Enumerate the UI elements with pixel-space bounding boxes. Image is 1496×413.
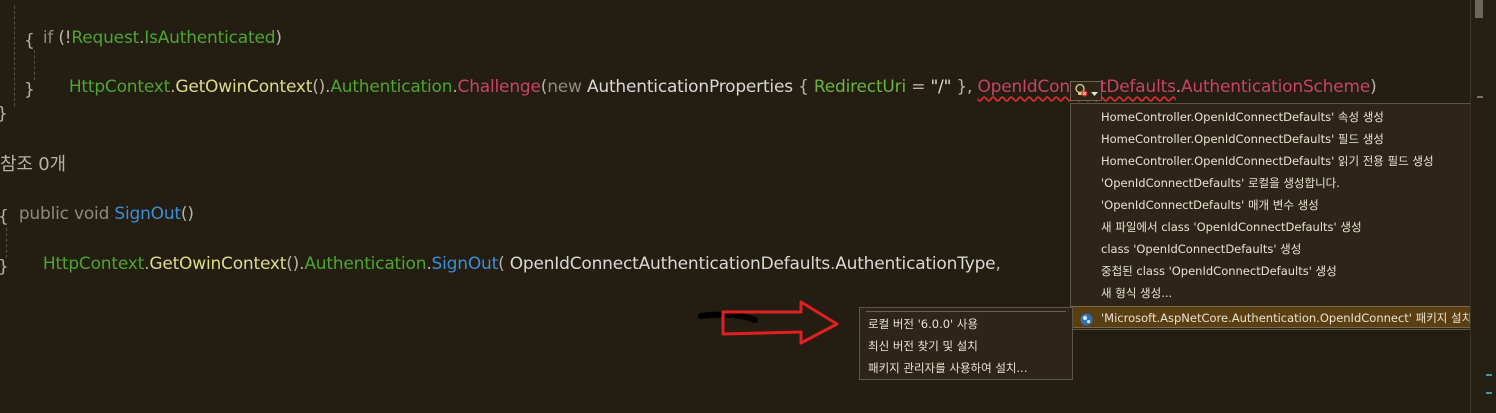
submenu-item-find-latest[interactable]: 최신 버전 찾기 및 설치	[860, 335, 1072, 357]
code-line-open-brace: {	[0, 206, 9, 228]
menu-divider	[866, 311, 1066, 312]
code-line-open-brace: {	[24, 31, 35, 51]
menu-item-create-property[interactable]: HomeController.OpenIdConnectDefaults' 속성…	[1071, 106, 1490, 128]
menu-item-create-class-new-file[interactable]: 새 파일에서 class 'OpenIdConnectDefaults' 생성	[1071, 216, 1490, 238]
scrollbar-marker	[1486, 392, 1492, 394]
menu-item-create-nested-class[interactable]: 중첩된 class 'OpenIdConnectDefaults' 생성	[1071, 260, 1490, 282]
submenu-item-package-manager[interactable]: 패키지 관리자를 사용하여 설치...	[860, 357, 1072, 379]
scrollbar-thumb[interactable]	[1475, 0, 1483, 18]
menu-item-create-field[interactable]: HomeController.OpenIdConnectDefaults' 필드…	[1071, 128, 1490, 150]
menu-item-create-new-type[interactable]: 새 형식 생성...	[1071, 282, 1490, 304]
nuget-package-icon	[1080, 311, 1093, 333]
menu-item-install-package[interactable]: 'Microsoft.AspNetCore.Authentication.Ope…	[1071, 306, 1490, 329]
menu-item-create-readonly-field[interactable]: HomeController.OpenIdConnectDefaults' 읽기…	[1071, 150, 1490, 172]
quick-actions-menu: HomeController.OpenIdConnectDefaults' 속성…	[1070, 103, 1491, 330]
lightbulb-error-icon	[1074, 82, 1088, 101]
menu-item-create-local[interactable]: 'OpenIdConnectDefaults' 로컬을 생성합니다.	[1071, 172, 1490, 194]
code-line-close-brace: }	[0, 103, 8, 125]
submenu-item-use-local-version[interactable]: 로컬 버전 '6.0.0' 사용	[860, 313, 1072, 335]
vertical-scrollbar[interactable]	[1470, 0, 1496, 413]
annotation-arrow	[698, 300, 839, 345]
menu-item-create-parameter[interactable]: 'OpenIdConnectDefaults' 매개 변수 생성	[1071, 194, 1490, 216]
code-line-signout: HttpContext.GetOwinContext().Authenticat…	[42, 254, 1006, 274]
indent-guide	[14, 6, 15, 106]
code-line-close-brace: }	[0, 256, 9, 278]
quick-actions-button[interactable]	[1070, 81, 1102, 101]
scrollbar-marker	[1486, 374, 1492, 376]
code-line-close-brace: }	[24, 80, 35, 100]
scrollbar-marker	[1477, 96, 1483, 98]
menu-item-create-class[interactable]: class 'OpenIdConnectDefaults' 생성	[1071, 238, 1490, 260]
install-package-submenu: 로컬 버전 '6.0.0' 사용 최신 버전 찾기 및 설치 패키지 관리자를 …	[859, 307, 1073, 380]
chevron-down-icon	[1091, 82, 1098, 101]
codelens-references[interactable]: 참조 0개	[0, 154, 66, 176]
